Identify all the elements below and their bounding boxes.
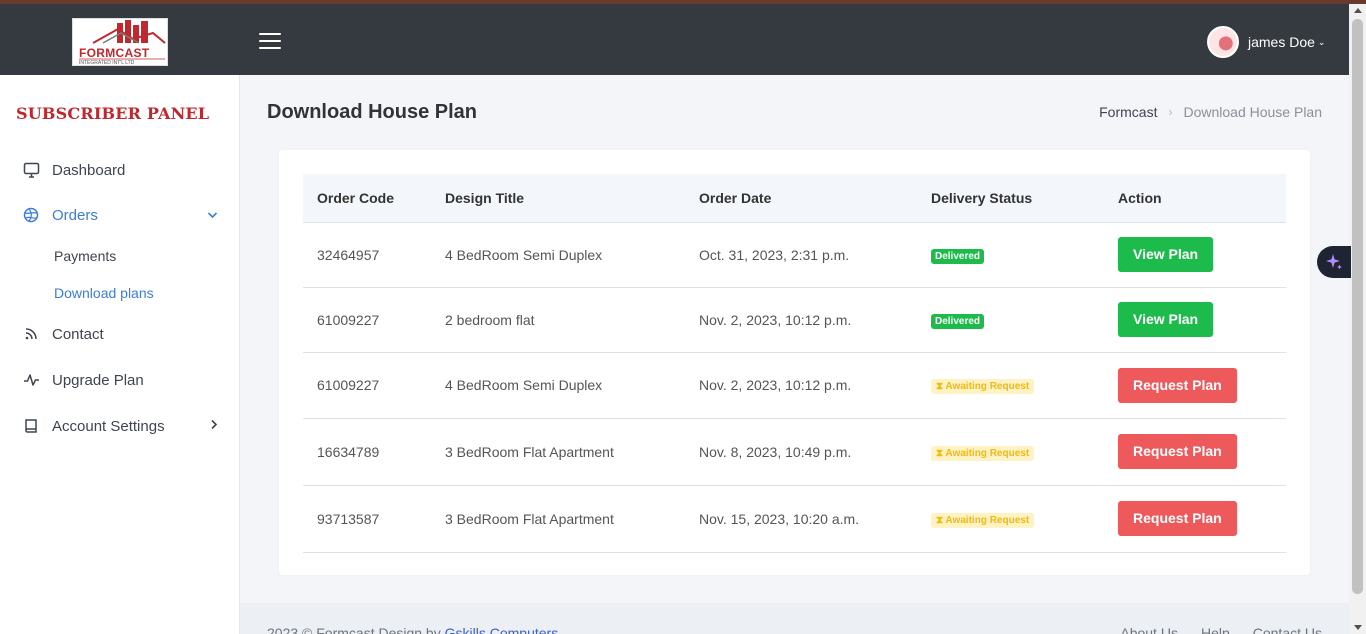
request-plan-button[interactable]: Request Plan — [1118, 501, 1237, 536]
copyright-text: 2023 © Formcast Design by — [267, 625, 445, 634]
request-plan-button[interactable]: Request Plan — [1118, 434, 1237, 469]
sidebar-item-dashboard[interactable]: Dashboard — [22, 161, 222, 179]
sidebar-item-contact[interactable]: Contact — [22, 325, 222, 343]
company-link[interactable]: Gskills Computers — [445, 625, 559, 634]
table-row: 93713587 3 BedRoom Flat Apartment Nov. 1… — [303, 485, 1286, 553]
footer-links: About Us Help Contact Us — [1120, 625, 1322, 634]
table-header-row: Order Code Design Title Order Date Deliv… — [303, 174, 1286, 223]
order-date-cell: Nov. 15, 2023, 10:20 a.m. — [685, 485, 917, 553]
action-cell: View Plan — [1104, 287, 1286, 353]
page-scrollbar[interactable] — [1349, 4, 1366, 634]
scroll-up-arrow-icon[interactable] — [1354, 8, 1362, 13]
breadcrumb-root-link[interactable]: Formcast — [1099, 104, 1157, 120]
globe-icon — [22, 206, 40, 224]
sidebar: SUBSCRIBER PANEL Dashboard Orders Paymen… — [0, 75, 240, 634]
logo-subtext: INTEGRATED INT'L LTD — [79, 60, 135, 66]
action-cell: View Plan — [1104, 222, 1286, 288]
table-row: 61009227 4 BedRoom Semi Duplex Nov. 2, 2… — [303, 352, 1286, 419]
sidebar-item-label: Account Settings — [52, 417, 165, 435]
order-date-cell: Nov. 8, 2023, 10:49 p.m. — [685, 418, 917, 486]
design-title-cell: 2 bedroom flat — [431, 287, 685, 353]
view-plan-button[interactable]: View Plan — [1118, 237, 1214, 272]
menu-toggle-icon[interactable] — [259, 33, 281, 49]
chevron-right-icon — [210, 419, 218, 433]
order-code-cell: 93713587 — [303, 485, 431, 553]
sidebar-item-upgrade-plan[interactable]: Upgrade Plan — [22, 371, 222, 389]
activity-icon — [22, 371, 40, 389]
sidebar-item-label: Contact — [52, 325, 104, 343]
chevron-down-icon: ⌄ — [1317, 36, 1326, 47]
ai-assistant-sparkle-icon[interactable] — [1317, 246, 1351, 278]
sidebar-item-orders[interactable]: Orders — [22, 206, 222, 224]
status-badge: ⧗ Awaiting Request — [931, 512, 1035, 528]
column-header-delivery-status: Delivery Status — [917, 174, 1104, 223]
delivery-status-cell: Delivered — [917, 222, 1104, 288]
request-plan-button[interactable]: Request Plan — [1118, 367, 1237, 403]
book-icon — [22, 417, 40, 435]
table-row: 32464957 4 BedRoom Semi Duplex Oct. 31, … — [303, 222, 1286, 288]
table-row: 16634789 3 BedRoom Flat Apartment Nov. 8… — [303, 418, 1286, 486]
sidebar-item-account-settings[interactable]: Account Settings — [22, 417, 222, 435]
breadcrumb: Formcast › Download House Plan — [1099, 104, 1322, 120]
footer-link-about-us[interactable]: About Us — [1120, 625, 1178, 634]
company-logo[interactable]: FORMCAST INTEGRATED INT'L LTD — [72, 18, 168, 66]
status-badge: ⧗ Awaiting Request — [931, 379, 1035, 394]
logo-text: FORMCAST — [79, 46, 150, 60]
monitor-icon — [22, 161, 40, 179]
page-title: Download House Plan — [267, 101, 478, 123]
status-badge: Delivered — [931, 248, 985, 264]
delivery-status-cell: ⧗ Awaiting Request — [917, 418, 1104, 486]
column-header-order-code: Order Code — [303, 174, 431, 223]
status-badge: Delivered — [931, 313, 985, 329]
order-date-cell: Nov. 2, 2023, 10:12 p.m. — [685, 287, 917, 353]
delivery-status-cell: ⧗ Awaiting Request — [917, 485, 1104, 553]
action-cell: Request Plan — [1104, 352, 1286, 419]
sidebar-item-label: Upgrade Plan — [52, 371, 144, 389]
column-header-order-date: Order Date — [685, 174, 917, 223]
order-date-cell: Oct. 31, 2023, 2:31 p.m. — [685, 222, 917, 288]
status-badge: ⧗ Awaiting Request — [931, 445, 1035, 461]
delivery-status-cell: Delivered — [917, 287, 1104, 353]
scroll-down-arrow-icon[interactable] — [1354, 625, 1362, 630]
footer-link-help[interactable]: Help — [1201, 625, 1230, 634]
orders-card: Order Code Design Title Order Date Deliv… — [279, 150, 1310, 575]
order-date-cell: Nov. 2, 2023, 10:12 p.m. — [685, 352, 917, 419]
breadcrumb-separator-icon: › — [1168, 105, 1173, 119]
sidebar-item-label: Dashboard — [52, 161, 126, 179]
column-header-design-title: Design Title — [431, 174, 685, 223]
order-code-cell: 32464957 — [303, 222, 431, 288]
order-code-cell: 61009227 — [303, 287, 431, 353]
order-code-cell: 61009227 — [303, 352, 431, 419]
breadcrumb-current: Download House Plan — [1183, 104, 1322, 120]
table-row: 61009227 2 bedroom flat Nov. 2, 2023, 10… — [303, 287, 1286, 353]
panel-title: SUBSCRIBER PANEL — [16, 104, 210, 123]
user-menu[interactable]: james Doe ⌄ — [1207, 25, 1325, 59]
design-title-cell: 4 BedRoom Semi Duplex — [431, 352, 685, 419]
chevron-down-icon — [207, 208, 218, 222]
sidebar-subitem-download-plans[interactable]: Download plans — [54, 285, 154, 301]
delivery-status-cell: ⧗ Awaiting Request — [917, 352, 1104, 419]
footer-link-contact-us[interactable]: Contact Us — [1253, 625, 1322, 634]
footer-copyright: 2023 © Formcast Design by Gskills Comput… — [267, 625, 558, 634]
action-cell: Request Plan — [1104, 485, 1286, 553]
top-navbar: FORMCAST INTEGRATED INT'L LTD james Doe … — [0, 4, 1349, 75]
rss-icon — [22, 325, 40, 343]
column-header-action: Action — [1104, 174, 1286, 223]
action-cell: Request Plan — [1104, 418, 1286, 486]
sidebar-item-label: Orders — [52, 206, 98, 224]
design-title-cell: 3 BedRoom Flat Apartment — [431, 485, 685, 553]
scroll-thumb[interactable] — [1352, 19, 1363, 594]
design-title-cell: 3 BedRoom Flat Apartment — [431, 418, 685, 486]
view-plan-button[interactable]: View Plan — [1118, 302, 1214, 337]
sidebar-subitem-payments[interactable]: Payments — [54, 248, 116, 264]
order-code-cell: 16634789 — [303, 418, 431, 486]
avatar — [1207, 26, 1239, 58]
page-footer: 2023 © Formcast Design by Gskills Comput… — [240, 603, 1349, 634]
orders-table: Order Code Design Title Order Date Deliv… — [303, 174, 1286, 553]
user-name: james Doe — [1248, 34, 1315, 50]
design-title-cell: 4 BedRoom Semi Duplex — [431, 222, 685, 288]
